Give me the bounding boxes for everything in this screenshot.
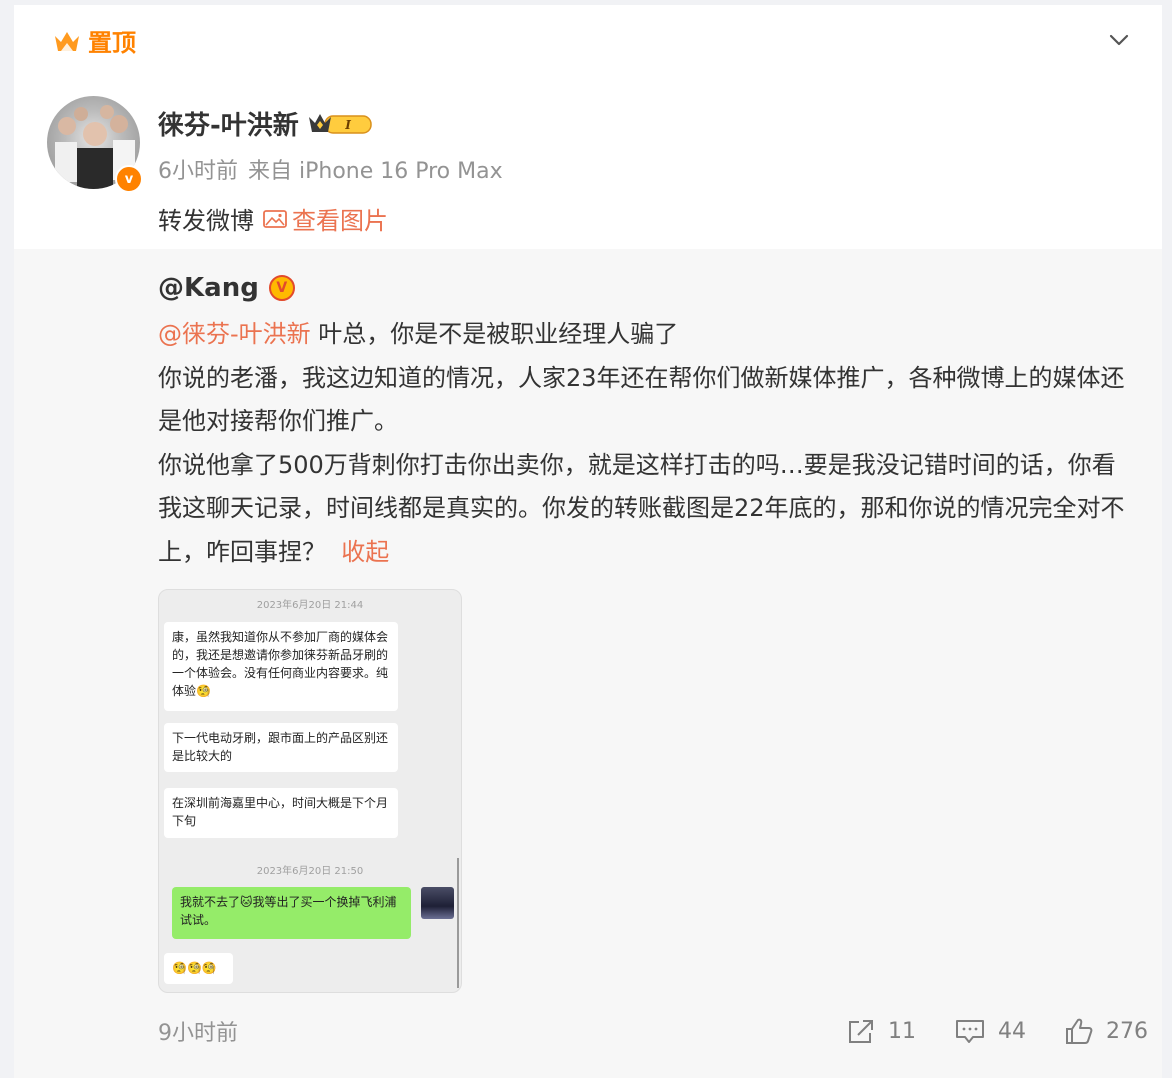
retweet-paragraph-3: 你说他拿了500万背刺你打击你出卖你，就是这样打击的吗…要是我没记错时间的话，你… [158,450,1125,566]
thumbs-up-icon [1066,1018,1093,1044]
verified-badge-icon: v [115,165,143,193]
svg-text:I: I [344,118,351,132]
retweet-author-name[interactable]: @Kang [158,273,259,303]
chat-timestamp: 2023年6月20日 21:44 [256,600,364,611]
weibo-post-card: 置顶 v 徕芬-叶洪新 I 6小时前 来自 iPhone 16 Pro Max [14,5,1162,1078]
mention-link[interactable]: @徕芬-叶洪新 [158,320,311,348]
view-picture-link[interactable]: 查看图片 [262,201,388,236]
retweet-footer: 9小时前 11 44 276 [158,1013,1148,1049]
retweet-text: @徕芬-叶洪新 叶总，你是不是被职业经理人骗了 你说的老潘，我这边知道的情况，人… [158,313,1138,574]
post-text: 转发微博 查看图片 [158,201,388,236]
retweet-paragraph-2: 你说的老潘，我这边知道的情况，人家23年还在帮你们做新媒体推广，各种微博上的媒体… [158,363,1125,436]
author-name[interactable]: 徕芬-叶洪新 [158,105,299,142]
chat-message: 康，虽然我知道你从不参加厂商的媒体会的，我还是想邀请你参加徕芬新品牙刷的一个体验… [164,622,398,711]
comment-button[interactable]: 44 [954,1017,1026,1045]
retweet-author-row: @Kang V [158,273,295,303]
retweet-time[interactable]: 9小时前 [158,1015,238,1047]
pin-text: 置顶 [88,29,136,57]
comment-count: 44 [998,1018,1026,1044]
post-body: 转发微博 [158,207,254,235]
retweeted-post: @Kang V @徕芬-叶洪新 叶总，你是不是被职业经理人骗了 你说的老潘，我这… [14,249,1162,1078]
chat-message: 下一代电动牙刷，跟市面上的产品区别还是比较大的 [164,723,398,772]
chat-scrollbar [457,858,459,988]
chevron-down-icon[interactable] [1106,27,1132,53]
retweet-paragraph-3-wrap: 你说他拿了500万背刺你打击你出卖你，就是这样打击的吗…要是我没记错时间的话，你… [158,444,1138,575]
like-button[interactable]: 276 [1064,1016,1148,1046]
retweet-line1: @徕芬-叶洪新 叶总，你是不是被职业经理人骗了 [158,313,1138,357]
post-meta: 6小时前 来自 iPhone 16 Pro Max [158,153,503,185]
chat-timestamp: 2023年6月20日 21:50 [256,866,364,877]
like-count: 276 [1106,1018,1148,1044]
chat-avatar [421,887,454,919]
comment-icon [956,1020,984,1043]
post-time[interactable]: 6小时前 [158,153,238,185]
retweet-line1-rest: 叶总，你是不是被职业经理人骗了 [310,320,679,348]
repost-button[interactable]: 11 [846,1017,916,1045]
view-picture-label: 查看图片 [292,207,388,235]
verified-v-icon: V [268,275,295,301]
post-source: 来自 iPhone 16 Pro Max [248,159,503,184]
chat-message: 在深圳前海嘉里中心，时间大概是下个月下旬 [164,788,398,838]
member-level-badge-icon[interactable]: I [307,111,373,137]
pinned-label: 置顶 [52,23,136,58]
share-icon [849,1020,873,1043]
crown-icon [55,31,79,51]
repost-count: 11 [888,1018,916,1044]
action-bar: 11 44 276 [846,1016,1148,1046]
collapse-link[interactable]: 收起 [341,538,389,566]
author-row: 徕芬-叶洪新 I [158,105,373,142]
chat-screenshot-image[interactable]: 2023年6月20日 21:44 康，虽然我知道你从不参加厂商的媒体会的，我还是… [158,589,462,993]
image-icon [263,209,287,228]
chat-message-sent: 我就不去了🐱我等出了买一个换掉飞利浦试试。 [172,887,411,939]
chat-message: 🧐🧐🧐 [164,953,233,984]
